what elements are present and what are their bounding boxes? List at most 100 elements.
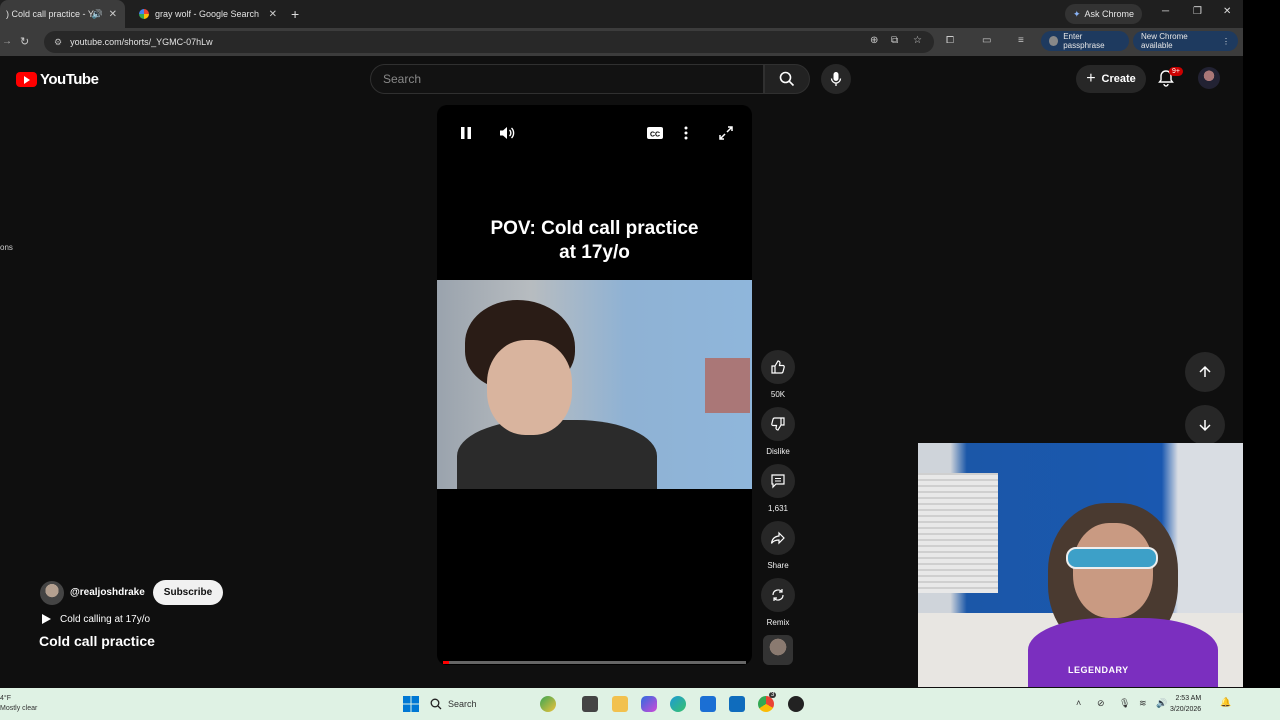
streamer-shirt xyxy=(1028,618,1218,687)
chevron-up-icon[interactable]: ˄ xyxy=(1076,698,1081,708)
search-field[interactable] xyxy=(370,64,764,94)
windows-taskbar: 4°F Mostly clear Search 3 ˄ ⊘ 🎙 ≋ 🔊 2:53… xyxy=(0,688,1280,720)
tab-youtube-short[interactable]: ) Cold call practice - You 🔊 ✕ xyxy=(0,0,125,28)
channel-avatar[interactable] xyxy=(40,580,64,605)
restore-icon[interactable]: ❐ xyxy=(1193,6,1202,17)
comments-circle[interactable] xyxy=(761,464,795,498)
like-count: 50K xyxy=(770,390,786,399)
remix-button[interactable]: Remix xyxy=(760,578,796,627)
close-window-icon[interactable]: ✕ xyxy=(1223,6,1231,17)
sound-thumbnail[interactable] xyxy=(760,635,796,665)
address-bar[interactable]: ⚙ youtube.com/shorts/_YGMC-07hLw xyxy=(44,31,934,53)
widget-icon[interactable] xyxy=(540,696,556,712)
streamer-face xyxy=(1073,523,1153,618)
more-options-icon[interactable] xyxy=(683,125,689,146)
profile-passphrase-button[interactable]: Enter passphrase xyxy=(1041,31,1129,51)
progress-fill xyxy=(443,661,450,664)
subscribe-button[interactable]: Subscribe xyxy=(152,580,224,605)
task-view-icon[interactable] xyxy=(582,696,598,712)
install-icon[interactable]: ⧉ xyxy=(891,35,898,46)
account-avatar[interactable] xyxy=(1198,67,1220,89)
taskbar-search-label: Search xyxy=(448,699,477,709)
captions-icon[interactable]: CC xyxy=(646,125,664,146)
search-input[interactable] xyxy=(383,72,763,86)
window-blinds xyxy=(918,473,998,593)
share-circle[interactable] xyxy=(761,521,795,555)
weather-temp: 4°F xyxy=(0,695,11,702)
zoom-icon[interactable]: ⊕ xyxy=(870,35,878,46)
copilot-icon[interactable] xyxy=(641,696,657,712)
edge-icon[interactable] xyxy=(670,696,686,712)
shorts-player[interactable]: CC POV: Cold call practice at 17y/o xyxy=(437,105,752,665)
new-tab-button[interactable]: + xyxy=(291,6,299,22)
tab-google-search[interactable]: gray wolf - Google Search ✕ xyxy=(125,0,285,28)
close-icon[interactable]: ✕ xyxy=(109,9,117,20)
outlook-icon[interactable] xyxy=(729,696,745,712)
ask-chrome-label: Ask Chrome xyxy=(1084,9,1135,19)
reading-list-icon[interactable]: ≡ xyxy=(1018,35,1024,46)
share-button[interactable]: Share xyxy=(760,521,796,570)
guide-fragment-text: ons xyxy=(0,243,13,252)
volume-icon[interactable]: 🔊 xyxy=(1156,698,1167,709)
voice-search-button[interactable] xyxy=(821,64,851,94)
create-button[interactable]: + Create xyxy=(1076,65,1146,93)
person-jacket xyxy=(457,420,657,489)
sound-row[interactable]: Cold calling at 17y/o xyxy=(40,613,150,625)
like-circle[interactable] xyxy=(761,350,795,384)
video-frame xyxy=(437,280,752,489)
ask-chrome-button[interactable]: ✦ Ask Chrome xyxy=(1065,4,1143,24)
search-button[interactable] xyxy=(764,64,810,94)
weather-widget[interactable]: 4°F Mostly clear xyxy=(0,694,37,714)
like-button[interactable]: 50K xyxy=(760,350,796,399)
progress-bar[interactable] xyxy=(443,661,746,664)
fullscreen-icon[interactable] xyxy=(718,125,734,146)
pause-icon[interactable] xyxy=(459,125,473,146)
youtube-logo[interactable]: YouTube xyxy=(16,71,99,88)
dislike-circle[interactable] xyxy=(761,407,795,441)
youtube-play-icon xyxy=(16,72,37,87)
new-chrome-button[interactable]: New Chrome available ⋮ xyxy=(1133,31,1238,51)
site-info-icon[interactable]: ⚙ xyxy=(54,37,62,48)
volume-icon[interactable] xyxy=(498,125,516,146)
profile-icon xyxy=(1049,36,1059,46)
taskbar-search[interactable]: Search xyxy=(430,694,528,714)
comments-button[interactable]: 1,631 xyxy=(760,464,796,513)
svg-text:CC: CC xyxy=(650,132,660,139)
file-explorer-icon[interactable] xyxy=(612,696,628,712)
network-off-icon[interactable]: ⊘ xyxy=(1097,698,1105,709)
notification-badge: 9+ xyxy=(1169,67,1183,76)
comment-count: 1,631 xyxy=(767,504,789,513)
microphone-icon[interactable]: 🎙 xyxy=(1119,698,1130,709)
wifi-icon[interactable]: ≋ xyxy=(1139,698,1147,709)
store-icon[interactable] xyxy=(700,696,716,712)
windows-start-icon[interactable] xyxy=(403,696,419,712)
previous-short-button[interactable] xyxy=(1185,352,1225,392)
passphrase-label: Enter passphrase xyxy=(1063,32,1105,50)
weather-desc: Mostly clear xyxy=(0,705,38,712)
arrow-down-icon xyxy=(1199,420,1211,432)
bookmark-star-icon[interactable]: ☆ xyxy=(913,35,922,46)
forward-icon[interactable]: → xyxy=(2,36,12,47)
search-icon xyxy=(779,71,795,87)
youtube-wordmark: YouTube xyxy=(40,71,99,88)
close-icon[interactable]: ✕ xyxy=(269,9,277,20)
notification-icon[interactable]: 🔔 xyxy=(1220,697,1231,708)
dislike-button[interactable]: Dislike xyxy=(760,407,796,456)
wall-poster xyxy=(705,358,750,413)
obs-icon[interactable] xyxy=(788,696,804,712)
chrome-icon[interactable] xyxy=(758,696,774,712)
system-clock[interactable]: 2:53 AM 3/20/2026 xyxy=(1170,693,1201,715)
channel-name[interactable]: @realjoshdrake xyxy=(70,587,145,598)
plus-icon: + xyxy=(1086,70,1096,87)
split-view-icon[interactable]: ▭ xyxy=(982,35,991,46)
minimize-icon[interactable]: ─ xyxy=(1162,6,1169,17)
remix-circle[interactable] xyxy=(761,578,795,612)
reload-icon[interactable]: ↻ xyxy=(20,35,29,48)
short-title: Cold call practice xyxy=(39,633,155,649)
clock-time: 2:53 AM xyxy=(1175,695,1202,702)
extensions-icon[interactable]: ⧠ xyxy=(946,35,954,46)
next-short-button[interactable] xyxy=(1185,405,1225,445)
streamer-sunglasses xyxy=(1066,547,1158,569)
speaker-icon[interactable]: 🔊 xyxy=(92,9,103,20)
url-text: youtube.com/shorts/_YGMC-07hLw xyxy=(70,37,213,47)
